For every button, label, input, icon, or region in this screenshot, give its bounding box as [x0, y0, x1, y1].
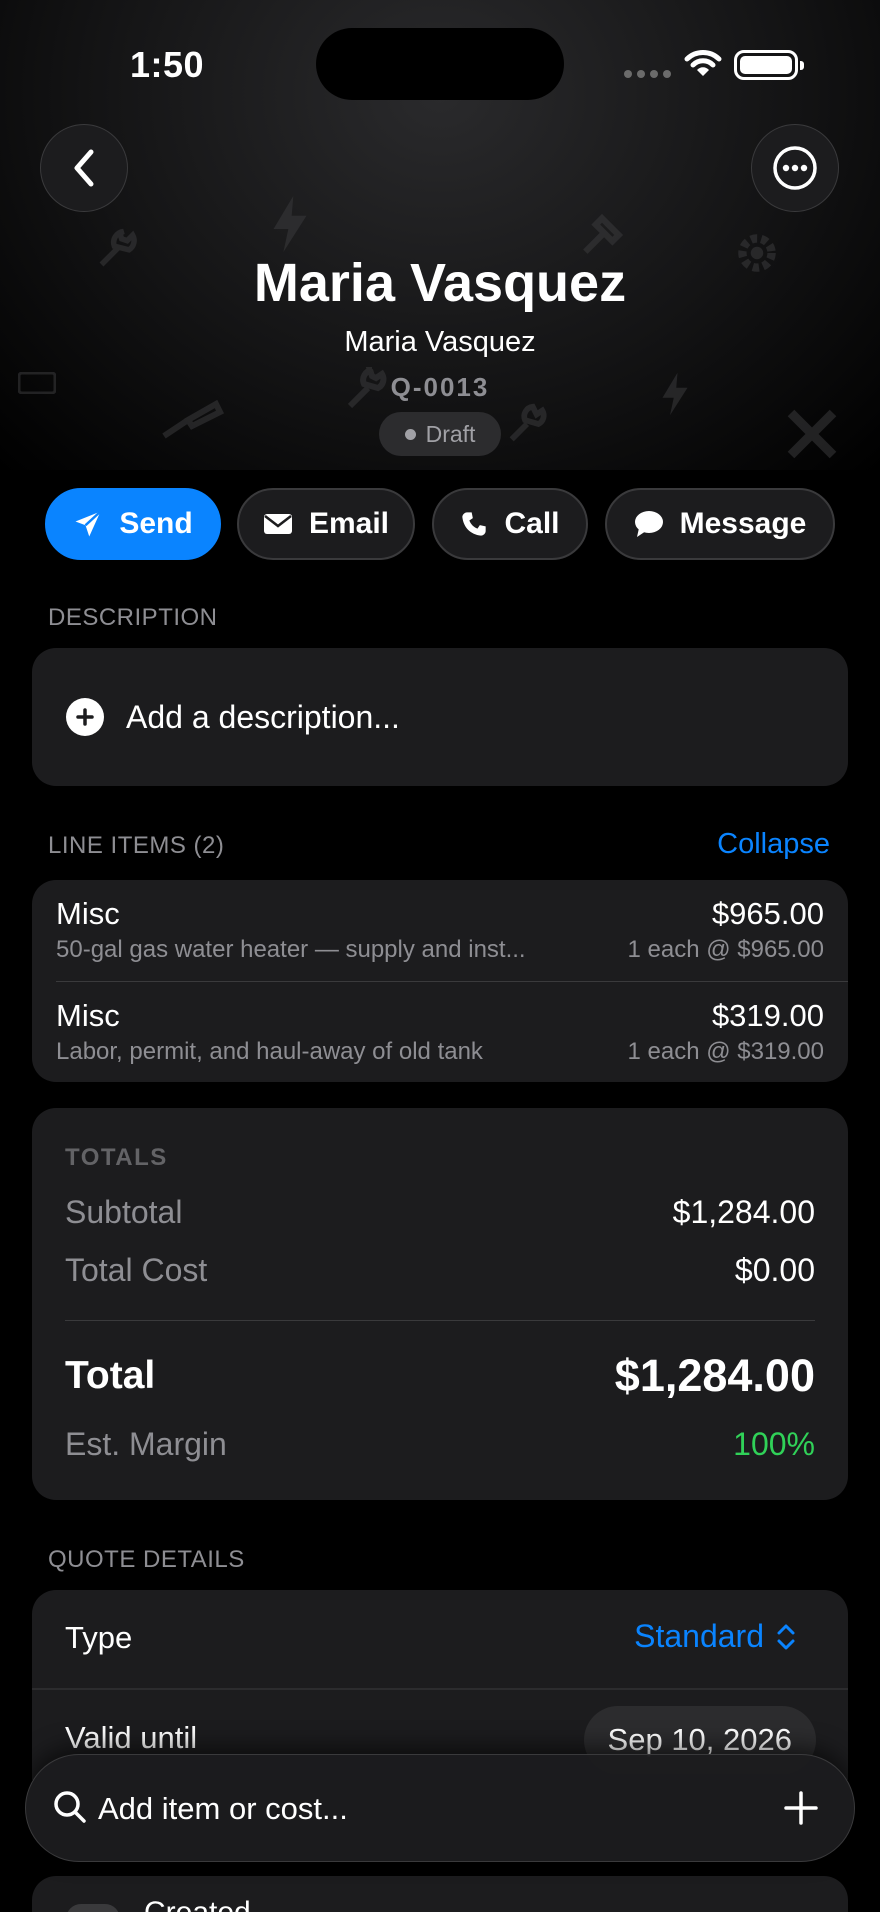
tools-icon [787, 409, 837, 459]
line-item-name: Misc [56, 896, 120, 931]
add-item-input[interactable]: Add item or cost... [98, 1791, 348, 1827]
envelope-icon [263, 514, 292, 534]
message-button[interactable]: Message [605, 488, 835, 560]
screwdriver-icon [162, 400, 224, 439]
below-fold-label: Created [144, 1896, 251, 1912]
bolt-icon [273, 196, 307, 252]
call-button-label: Call [504, 507, 560, 540]
wifi-icon [684, 50, 722, 76]
divider [32, 1688, 848, 1690]
valid-until-label: Valid until [65, 1720, 198, 1755]
quote-number: Q-0013 [390, 372, 490, 402]
description-section-label: DESCRIPTION [48, 604, 218, 631]
dynamic-island [316, 28, 564, 100]
totals-card: TOTALS Subtotal $1,284.00 Total Cost $0.… [32, 1108, 848, 1500]
status-bar: 1:50 [0, 0, 880, 120]
status-badge-label: Draft [425, 420, 476, 447]
margin-value: 100% [733, 1426, 815, 1462]
chevron-up-down-icon [777, 1624, 795, 1649]
type-value: Standard [634, 1618, 764, 1654]
add-item-bar[interactable]: Add item or cost... [25, 1754, 855, 1862]
line-item-quantity: 1 each @ $965.00 [627, 936, 824, 963]
email-button-label: Email [308, 507, 390, 540]
cellular-signal-icon [624, 70, 671, 78]
divider [65, 1320, 815, 1321]
line-item[interactable]: Misc 50-gal gas water heater — supply an… [56, 880, 824, 980]
line-item-description: 50-gal gas water heater — supply and ins… [56, 936, 526, 963]
call-button[interactable]: Call [432, 488, 588, 560]
search-icon [54, 1791, 86, 1823]
type-label: Type [65, 1620, 133, 1655]
line-item-amount: $319.00 [711, 998, 824, 1033]
collapse-button[interactable]: Collapse [717, 828, 830, 861]
customer-name: Maria Vasquez [344, 326, 536, 358]
status-badge: Draft [379, 412, 501, 456]
quote-details-section-label: QUOTE DETAILS [48, 1546, 245, 1573]
plus-icon[interactable] [782, 1789, 820, 1827]
total-cost-label: Total Cost [65, 1252, 208, 1288]
line-item-name: Misc [56, 998, 120, 1033]
battery-icon [734, 50, 804, 80]
phone-icon [462, 512, 487, 536]
total-cost-value: $0.00 [734, 1252, 815, 1288]
send-button-label: Send [119, 507, 193, 540]
line-item-amount: $965.00 [711, 896, 824, 931]
add-description-button[interactable]: Add a description... [32, 648, 848, 786]
plus-circle-icon [66, 698, 104, 736]
type-picker[interactable]: Standard [634, 1618, 796, 1655]
line-item[interactable]: Misc Labor, permit, and haul-away of old… [56, 982, 824, 1082]
status-dot-icon [404, 428, 416, 440]
page-title: Maria Vasquez [253, 253, 627, 313]
subtotal-value: $1,284.00 [672, 1194, 815, 1230]
back-button[interactable] [40, 124, 128, 212]
line-item-description: Labor, permit, and haul-away of old tank [56, 1038, 483, 1065]
email-button[interactable]: Email [237, 488, 415, 560]
total-label: Total [65, 1354, 156, 1397]
line-item-quantity: 1 each @ $319.00 [627, 1038, 824, 1065]
paperplane-icon [75, 510, 102, 537]
total-value: $1,284.00 [614, 1350, 815, 1401]
subtotal-label: Subtotal [65, 1194, 183, 1230]
margin-label: Est. Margin [65, 1426, 227, 1462]
line-items-list: Misc 50-gal gas water heater — supply an… [32, 880, 848, 1082]
send-button[interactable]: Send [45, 488, 221, 560]
line-items-section-label: LINE ITEMS (2) [48, 832, 225, 859]
message-button-label: Message [679, 507, 807, 540]
wrench-icon [509, 403, 547, 442]
totals-heading: TOTALS [65, 1144, 168, 1171]
status-time: 1:50 [130, 44, 205, 85]
chat-bubble-icon [634, 511, 663, 537]
toggle-switch[interactable] [66, 1904, 120, 1912]
more-options-button[interactable] [751, 124, 839, 212]
chevron-left-icon [74, 149, 94, 187]
description-placeholder: Add a description... [126, 698, 400, 735]
ellipsis-circle-icon [773, 146, 817, 190]
